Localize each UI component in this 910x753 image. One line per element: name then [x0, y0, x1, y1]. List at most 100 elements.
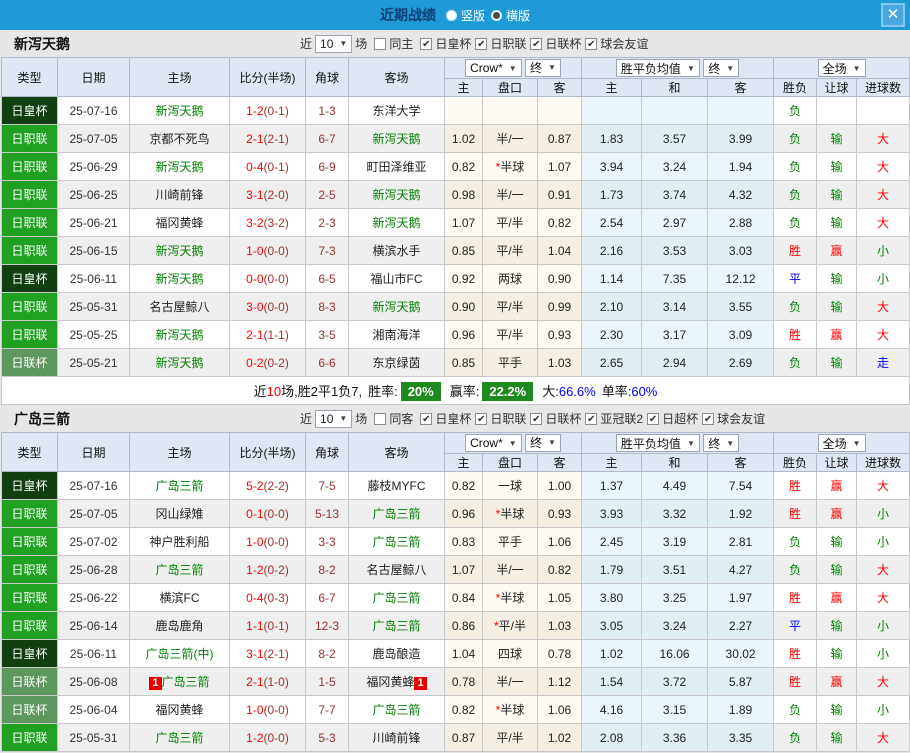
team-name-link[interactable]: 新泻天鹅 [155, 328, 203, 342]
team-name-link[interactable]: 鹿岛鹿角 [155, 619, 203, 633]
odds-time-value: 终 [530, 61, 543, 76]
close-button[interactable]: ✕ [881, 3, 905, 27]
team-name-link[interactable]: 广岛三箭 [155, 479, 203, 493]
odds-time-select[interactable]: 终 ▼ [525, 58, 561, 77]
competition-filter-checkbox[interactable]: ✔ 日职联 [475, 35, 526, 52]
team-name-link[interactable]: 町田泽维亚 [366, 160, 426, 174]
competition-filter-checkbox[interactable]: ✔ 日皇杯 [420, 35, 471, 52]
team-name-link[interactable]: 新泻天鹅 [155, 104, 203, 118]
corner-count-cell: 7-7 [305, 695, 349, 724]
away-team-cell: 鹿岛酿造 [348, 639, 445, 668]
team-name-link[interactable]: 广岛三箭 [372, 535, 420, 549]
team-name-link[interactable]: 名古屋鲸八 [149, 300, 209, 314]
team-name-link[interactable]: 广岛三箭 [155, 731, 203, 745]
full-match-select[interactable]: 全场 ▼ [817, 434, 866, 452]
team-name-link[interactable]: 广岛三箭 [372, 591, 420, 605]
odds-home-cell: 1.02 [444, 124, 483, 153]
team-name-link[interactable]: 新泻天鹅 [372, 188, 420, 202]
result-goals-cell: 小 [856, 236, 910, 265]
corner-count-cell: 6-7 [305, 583, 349, 612]
competition-filter-checkbox[interactable]: ✔ 球会友谊 [585, 35, 648, 52]
team-name-link[interactable]: 福冈黄蜂 [155, 703, 203, 717]
team-name-link[interactable]: 新泻天鹅 [372, 132, 420, 146]
team-name-link[interactable]: 福冈黄蜂 [155, 216, 203, 230]
home-team-cell: 鹿岛鹿角 [129, 611, 230, 640]
competition-filter-checkbox[interactable]: ✔ 日联杯 [530, 35, 581, 52]
same-venue-checkbox[interactable]: ✔ 同主 [374, 35, 413, 52]
handicap-line-cell: 平手 [482, 527, 538, 556]
team-name-link[interactable]: 新泻天鹅 [155, 244, 203, 258]
handicap-line-cell: *半球 [482, 152, 538, 181]
radio-vertical-layout[interactable]: 竖版 [445, 7, 485, 24]
match-date-cell: 25-06-25 [57, 180, 130, 209]
odds-provider-select[interactable]: Crow* ▼ [465, 59, 522, 78]
competition-filter-checkbox[interactable]: ✔ 日联杯 [530, 410, 581, 427]
team-name-link[interactable]: 新泻天鹅 [155, 356, 203, 370]
competition-filter-checkbox[interactable]: ✔ 日超杯 [647, 410, 698, 427]
score-cell: 3-0(0-0) [229, 292, 306, 321]
radio-horizontal-layout[interactable]: 横版 [491, 7, 530, 24]
wdl-average-select[interactable]: 胜平负均值 ▼ [615, 434, 700, 452]
competition-filter-checkbox[interactable]: ✔ 日皇杯 [420, 410, 471, 427]
team-name-link[interactable]: 川崎前锋 [372, 731, 420, 745]
odds-provider-select[interactable]: Crow* ▼ [465, 434, 522, 453]
wdl-time-select[interactable]: 终 ▼ [703, 59, 740, 77]
col-header-avg-draw: 和 [641, 453, 709, 472]
competition-filter-checkbox[interactable]: ✔ 亚冠联2 [585, 410, 643, 427]
competition-filter-label: 日职联 [490, 412, 527, 426]
team-name-link[interactable]: 广岛三箭(中) [146, 647, 214, 661]
wdl-average-select[interactable]: 胜平负均值 ▼ [615, 59, 700, 77]
team-name-link[interactable]: 福冈黄蜂 [366, 675, 414, 689]
team-name-link[interactable]: 新泻天鹅 [372, 216, 420, 230]
wdl-time-value: 终 [708, 61, 721, 76]
team-name-link[interactable]: 新泻天鹅 [155, 160, 203, 174]
away-team-cell: 名古屋鲸八 [348, 555, 445, 584]
team-name-link[interactable]: 广岛三箭 [155, 563, 203, 577]
team-name-link[interactable]: 广岛三箭 [372, 703, 420, 717]
same-venue-checkbox[interactable]: ✔ 同客 [374, 410, 413, 427]
avg-away-cell: 1.94 [707, 152, 775, 181]
team-name-link[interactable]: 鹿岛酿造 [372, 647, 420, 661]
competition-filter-label: 日皇杯 [435, 412, 472, 426]
team-name-link[interactable]: 湘南海洋 [372, 328, 420, 342]
team-name-link[interactable]: 川崎前锋 [155, 188, 203, 202]
team-name-link[interactable]: 京都不死鸟 [149, 132, 209, 146]
team-name-link[interactable]: 神户胜利船 [149, 535, 209, 549]
fulltime-score: 0-2 [246, 355, 264, 370]
fulltime-score: 3-0 [246, 299, 264, 314]
team-name-link[interactable]: 东京绿茵 [372, 356, 420, 370]
halftime-score: (0-0) [263, 271, 289, 286]
result-goals-cell: 大 [856, 320, 910, 349]
wdl-average-value: 胜平负均值 [620, 436, 681, 451]
team-name-link[interactable]: 横滨FC [160, 591, 200, 605]
team-name-link[interactable]: 新泻天鹅 [155, 272, 203, 286]
team-name-link[interactable]: 东洋大学 [372, 104, 420, 118]
wdl-time-select[interactable]: 终 ▼ [703, 434, 740, 452]
odds-time-select[interactable]: 终 ▼ [525, 433, 561, 452]
team-name-link[interactable]: 藤枝MYFC [368, 479, 426, 493]
chevron-down-icon: ▼ [852, 63, 861, 73]
team-name-link[interactable]: 广岛三箭 [372, 619, 420, 633]
result-goals-cell: 大 [856, 152, 910, 181]
competition-type-cell: 日职联 [1, 236, 58, 265]
team-name-link[interactable]: 新泻天鹅 [372, 300, 420, 314]
halftime-score: (0-3) [263, 590, 289, 605]
competition-filter-checkbox[interactable]: ✔ 球会友谊 [702, 410, 765, 427]
avg-home-cell: 3.94 [581, 152, 643, 181]
match-count-select[interactable]: 10 ▼ [315, 34, 353, 53]
team-name-link[interactable]: 福山市FC [371, 272, 423, 286]
full-match-select[interactable]: 全场 ▼ [817, 59, 866, 77]
team-name-link[interactable]: 冈山绿雉 [155, 507, 203, 521]
red-card-badge: 1 [414, 677, 427, 690]
competition-filters: ✔ 日皇杯 ✔ 日职联 ✔ 日联杯 ✔ 球会友谊 [416, 35, 648, 52]
match-row: 日皇杯 25-07-16 广岛三箭 5-2(2-2) 7-5 藤枝MYFC 0.82 一球 1.… [1, 471, 910, 500]
team-name-link[interactable]: 广岛三箭 [372, 507, 420, 521]
team-name-link[interactable]: 广岛三箭 [162, 675, 210, 689]
competition-filter-checkbox[interactable]: ✔ 日职联 [475, 410, 526, 427]
team-name-link[interactable]: 名古屋鲸八 [366, 563, 426, 577]
team-name-link[interactable]: 横滨水手 [372, 244, 420, 258]
result-handicap-cell: 赢 [816, 499, 858, 528]
competition-type-cell: 日职联 [1, 527, 58, 556]
match-count-select[interactable]: 10 ▼ [315, 409, 353, 428]
result-handicap-cell: 输 [816, 208, 858, 237]
